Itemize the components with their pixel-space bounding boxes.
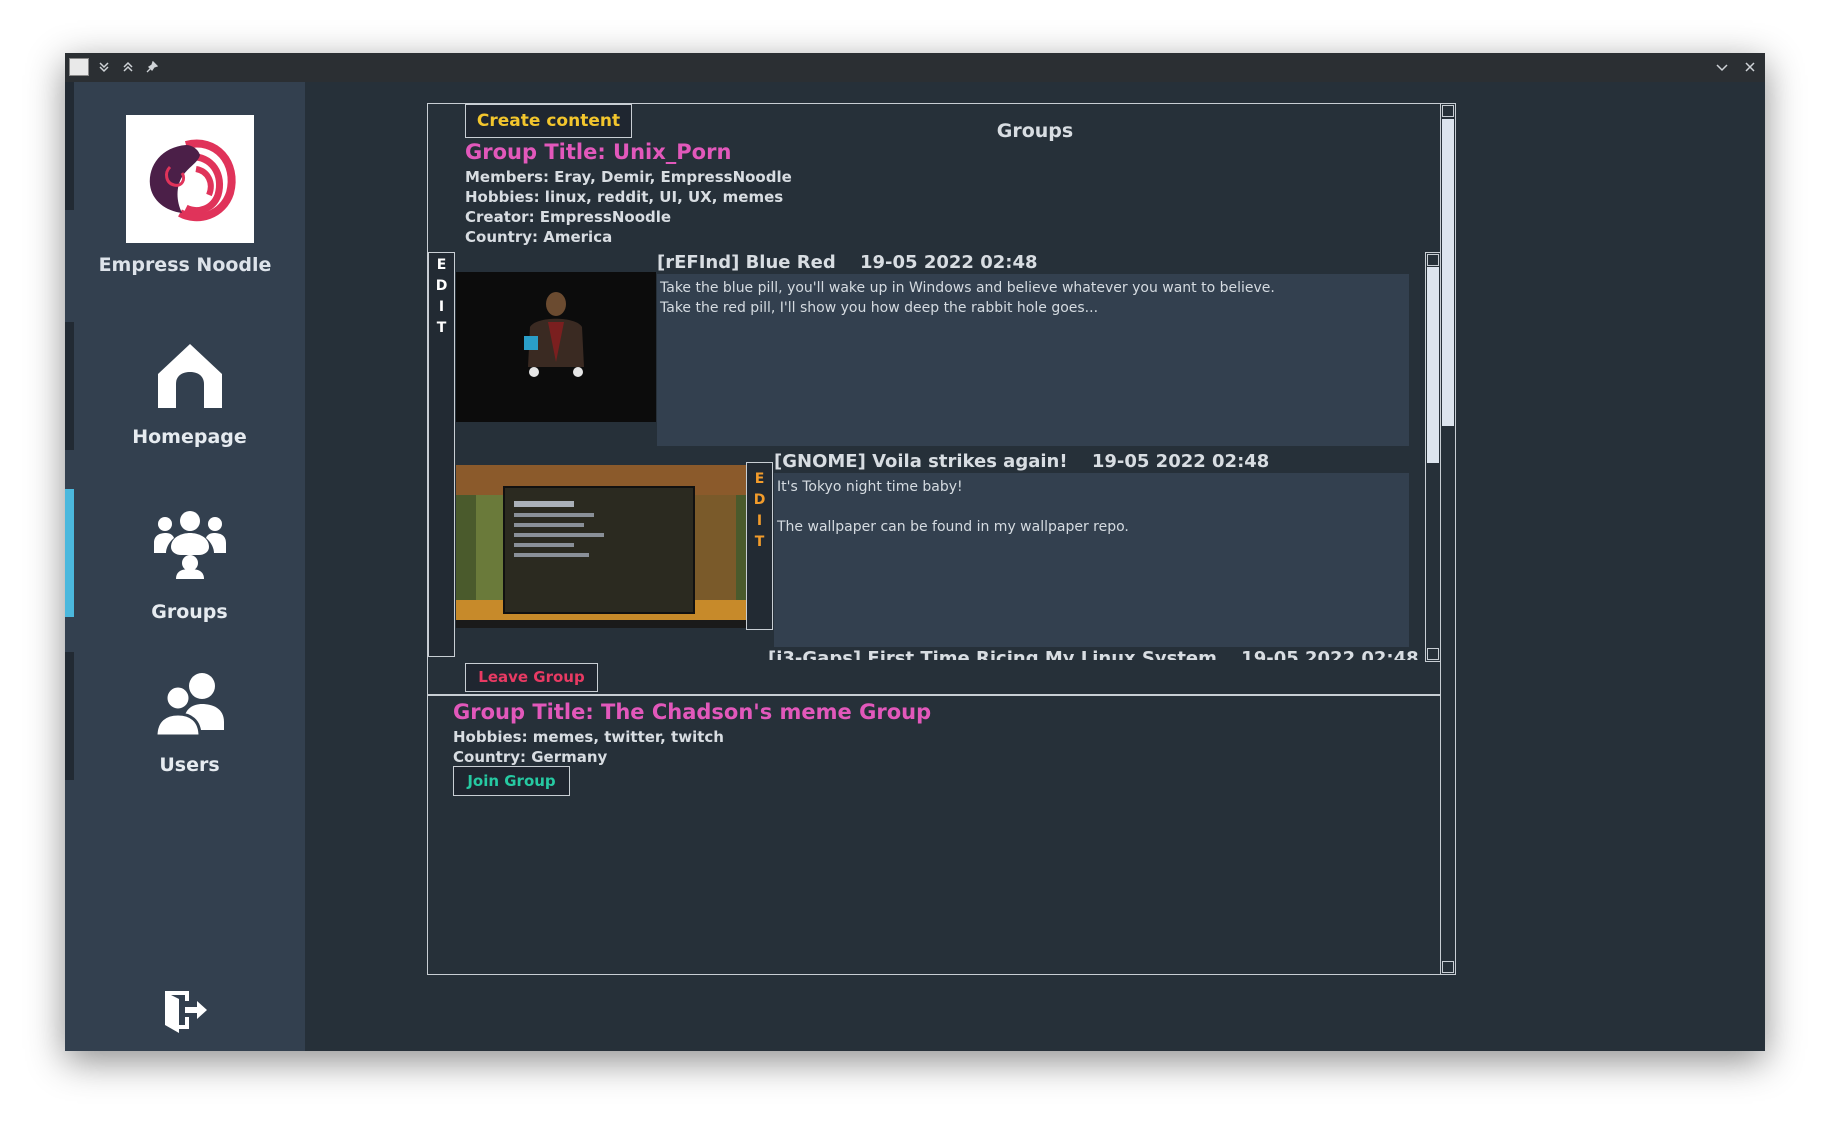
scroll-up-button[interactable] [1442,105,1454,117]
sidebar-strip [65,322,74,450]
home-icon [158,344,222,408]
group-title: Group Title: Unix_Porn [465,140,732,164]
profile-name: Empress Noodle [98,254,272,276]
maximize-all-icon[interactable] [119,58,137,76]
group-members: Members: Eray, Demir, EmpressNoodle [465,168,792,186]
group-country: Country: America [465,228,613,246]
minimize-all-icon[interactable] [95,58,113,76]
group-hobbies: Hobbies: linux, reddit, UI, UX, memes [465,188,784,206]
post-image [456,465,746,628]
pin-icon[interactable] [143,58,161,76]
sidebar: Empress Noodle Homepage Groups Users [65,82,305,1051]
scrollbar-thumb[interactable] [1442,119,1454,426]
posts-list[interactable]: E D I T [rEFInd] Blue Red 19-05 2022 02:… [428,252,1438,660]
scroll-down-button[interactable] [1442,961,1454,973]
groups-icon [154,511,226,579]
scroll-down-button[interactable] [1427,648,1439,660]
post-body: It's Tokyo night time baby! The wallpape… [774,473,1409,647]
post-date: 19-05 2022 02:48 [860,252,1038,273]
post-date: 19-05 2022 02:48 [1241,648,1419,660]
edit-letter: D [435,278,448,294]
leave-group-button[interactable]: Leave Group [465,663,598,692]
sidebar-strip [65,652,74,780]
title-bar [65,53,1765,82]
group-hobbies: Hobbies: memes, twitter, twitch [453,728,724,746]
group-title: Group Title: The Chadson's meme Group [453,700,932,724]
edit-letter: I [438,299,445,315]
post-edit-button[interactable]: E D I T [428,252,455,657]
nav-homepage[interactable]: Homepage [74,322,305,450]
nav-label: Groups [151,601,228,623]
group-divider [428,694,1440,696]
post-image [456,272,656,422]
post-title-row: [rEFInd] Blue Red 19-05 2022 02:48 [657,252,1038,273]
avatar[interactable] [126,115,254,243]
app-icon[interactable] [69,58,89,76]
edit-letter: I [756,513,763,529]
join-group-button[interactable]: Join Group [453,766,570,796]
sidebar-active-indicator [65,489,74,617]
post-title: [i3-Gaps] First Time Ricing My Linux Sys… [768,648,1217,660]
edit-letter: E [436,257,447,273]
create-content-button[interactable]: Create content [465,104,632,138]
group-creator: Creator: EmpressNoodle [465,208,672,226]
scrollbar-thumb[interactable] [1427,267,1439,463]
post-title: [GNOME] Voila strikes again! [774,451,1068,472]
post-title-row: [i3-Gaps] First Time Ricing My Linux Sys… [768,648,1419,660]
edit-letter: T [754,534,765,550]
groups-scrollbar[interactable] [1440,103,1456,975]
sidebar-strip [65,82,74,210]
nav-groups[interactable]: Groups [74,489,305,623]
post-body: Take the blue pill, you'll wake up in Wi… [657,274,1409,446]
post-title: [rEFInd] Blue Red [657,252,836,273]
nav-label: Homepage [132,426,247,448]
close-icon[interactable] [1741,58,1759,76]
scroll-up-button[interactable] [1427,254,1439,266]
group-country: Country: Germany [453,748,608,766]
posts-scrollbar[interactable] [1425,252,1441,662]
noodle-logo-icon [149,139,236,222]
chevron-down-icon[interactable] [1713,58,1731,76]
logout-icon[interactable] [161,987,209,1035]
post-edit-button[interactable]: E D I T [746,462,773,630]
post-date: 19-05 2022 02:48 [1091,451,1270,472]
edit-letter: E [754,471,765,487]
edit-letter: T [436,320,447,336]
edit-letter: D [753,492,766,508]
post-title-row: [GNOME] Voila strikes again! 19-05 2022 … [774,451,1269,472]
users-icon [154,673,224,738]
nav-label: Users [159,754,220,776]
nav-users[interactable]: Users [74,652,305,780]
